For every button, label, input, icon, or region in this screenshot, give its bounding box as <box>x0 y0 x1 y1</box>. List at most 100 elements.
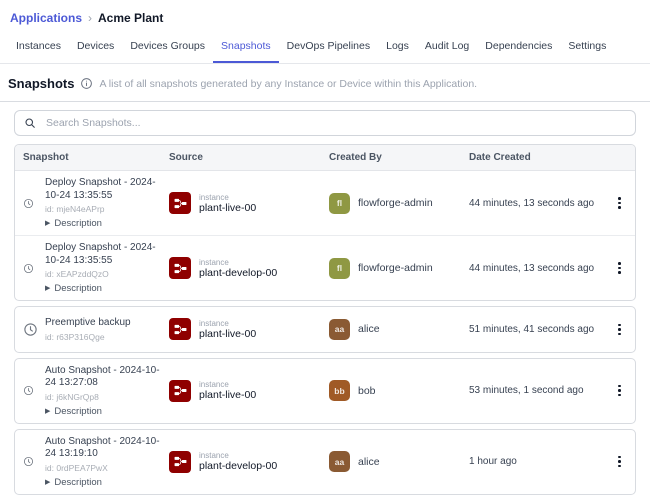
node-red-icon <box>169 257 191 279</box>
chevron-right-icon: ▶ <box>45 478 51 486</box>
source-type-label: instance <box>199 380 229 389</box>
date-created: 44 minutes, 13 seconds ago <box>469 197 595 209</box>
avatar: bb <box>329 380 350 401</box>
source-text: instance plant-live-00 <box>199 193 256 214</box>
clock-icon <box>23 177 45 229</box>
avatar: fl <box>329 257 350 279</box>
tab-instances[interactable]: Instances <box>8 31 69 63</box>
created-by-cell: bb bob <box>329 380 469 401</box>
breadcrumb: Applications › Acme Plant <box>0 0 650 31</box>
kebab-menu-button[interactable] <box>612 193 627 213</box>
snapshot-cell: Auto Snapshot - 2024-10-24 13:19:10 id: … <box>23 436 169 488</box>
source-instance-link[interactable]: plant-live-00 <box>199 328 256 340</box>
source-cell: instance plant-live-00 <box>169 192 329 214</box>
snapshot-id: id: r63P316Qge <box>45 331 105 342</box>
page: Applications › Acme Plant Instances Devic… <box>0 0 650 496</box>
source-cell: instance plant-develop-00 <box>169 450 329 473</box>
table-header: Snapshot Source Created By Date Created <box>15 145 635 171</box>
source-instance-link[interactable]: plant-live-00 <box>199 389 256 401</box>
created-by-cell: aa alice <box>329 451 469 472</box>
chevron-right-icon: ▶ <box>45 285 51 292</box>
source-type-label: instance <box>199 451 229 460</box>
source-instance-link[interactable]: plant-develop-00 <box>199 267 277 279</box>
creator-name: flowforge-admin <box>358 262 433 274</box>
section-description: A list of all snapshots generated by any… <box>99 77 478 90</box>
description-toggle[interactable]: ▶ Description <box>45 406 167 417</box>
actions-cell <box>604 452 635 472</box>
source-instance-link[interactable]: plant-develop-00 <box>199 460 277 472</box>
date-created: 53 minutes, 1 second ago <box>469 385 584 396</box>
kebab-menu-button[interactable] <box>612 452 627 472</box>
breadcrumb-applications-link[interactable]: Applications <box>10 11 82 25</box>
snapshot-row: Deploy Snapshot - 2024-10-24 13:35:55 id… <box>15 171 635 235</box>
tab-devices-groups[interactable]: Devices Groups <box>122 31 213 63</box>
actions-cell <box>604 193 635 213</box>
snapshot-card: Snapshot Source Created By Date Created Dep… <box>14 144 636 301</box>
snapshot-cell: Deploy Snapshot - 2024-10-24 13:35:55 id… <box>23 242 169 294</box>
description-toggle[interactable]: ▶ Description <box>45 477 167 488</box>
snapshot-cell: Auto Snapshot - 2024-10-24 13:27:08 id: … <box>23 365 169 417</box>
search-input[interactable] <box>44 116 626 130</box>
description-label: Description <box>54 218 102 229</box>
created-by-cell: aa alice <box>329 318 469 340</box>
description-toggle[interactable]: ▶ Description <box>45 218 167 229</box>
kebab-menu-button[interactable] <box>612 381 627 401</box>
avatar: aa <box>329 318 350 340</box>
avatar: fl <box>329 192 350 214</box>
description-toggle[interactable]: ▶ Description <box>45 283 167 294</box>
actions-cell <box>604 258 635 278</box>
snapshot-id: id: xEAPzddQzO <box>45 269 109 279</box>
created-by-cell: fl flowforge-admin <box>329 192 469 214</box>
source-instance-link[interactable]: plant-live-00 <box>199 202 256 214</box>
kebab-menu-button[interactable] <box>612 320 627 340</box>
snapshot-card: Auto Snapshot - 2024-10-24 13:19:10 id: … <box>14 428 636 495</box>
kebab-menu-button[interactable] <box>612 258 627 278</box>
tab-dependencies[interactable]: Dependencies <box>477 31 560 63</box>
description-label: Description <box>54 405 102 417</box>
column-header: Snapshot <box>23 152 69 163</box>
actions-cell <box>604 320 635 340</box>
clock-icon <box>23 242 45 294</box>
tab-bar: Instances Devices Devices Groups Snapshots D… <box>0 31 650 64</box>
column-header: Created By <box>329 152 382 163</box>
avatar: aa <box>329 451 350 472</box>
chevron-right-icon: ▶ <box>45 407 51 415</box>
snapshot-text: Deploy Snapshot - 2024-10-24 13:35:55 id… <box>45 177 167 229</box>
breadcrumb-current: Acme Plant <box>98 11 164 25</box>
tab-audit-log[interactable]: Audit Log <box>417 31 477 63</box>
column-header: Date Created <box>469 152 531 163</box>
source-type-label: instance <box>199 318 229 328</box>
node-red-icon <box>169 450 191 473</box>
snapshot-title: Deploy Snapshot - 2024-10-24 13:35:55 <box>45 242 156 266</box>
snapshot-row: Deploy Snapshot - 2024-10-24 13:35:55 id… <box>15 235 635 300</box>
snapshot-row: Auto Snapshot - 2024-10-24 13:19:10 id: … <box>15 430 635 494</box>
snapshot-id: id: 0rdPEA7PwX <box>45 462 108 473</box>
source-cell: instance plant-live-00 <box>169 318 329 341</box>
tab-snapshots[interactable]: Snapshots <box>213 31 279 63</box>
snapshot-row: Preemptive backup id: r63P316Qge instanc… <box>15 307 635 352</box>
clock-icon <box>23 365 45 417</box>
description-label: Description <box>54 283 102 294</box>
page-title: Snapshots <box>8 76 75 91</box>
source-cell: instance plant-develop-00 <box>169 257 329 279</box>
tab-devops-pipelines[interactable]: DevOps Pipelines <box>279 31 378 63</box>
actions-cell <box>604 381 635 401</box>
search-row <box>0 102 650 144</box>
node-red-icon <box>169 318 191 341</box>
section-header: Snapshots A list of all snapshots genera… <box>0 64 650 102</box>
snapshot-title: Deploy Snapshot - 2024-10-24 13:35:55 <box>45 177 156 201</box>
node-red-icon <box>169 192 191 214</box>
clock-icon <box>23 317 45 342</box>
creator-name: alice <box>358 323 380 336</box>
snapshot-text: Deploy Snapshot - 2024-10-24 13:35:55 id… <box>45 242 167 294</box>
source-text: instance plant-live-00 <box>199 319 256 340</box>
source-type-label: instance <box>199 257 229 267</box>
tab-logs[interactable]: Logs <box>378 31 417 63</box>
tab-settings[interactable]: Settings <box>560 31 614 63</box>
tab-devices[interactable]: Devices <box>69 31 122 63</box>
info-icon[interactable] <box>80 77 93 90</box>
search-box <box>14 110 636 136</box>
snapshot-text: Auto Snapshot - 2024-10-24 13:27:08 id: … <box>45 365 167 417</box>
date-created: 51 minutes, 41 seconds ago <box>469 323 595 335</box>
snapshot-card: Auto Snapshot - 2024-10-24 13:27:08 id: … <box>14 357 636 424</box>
